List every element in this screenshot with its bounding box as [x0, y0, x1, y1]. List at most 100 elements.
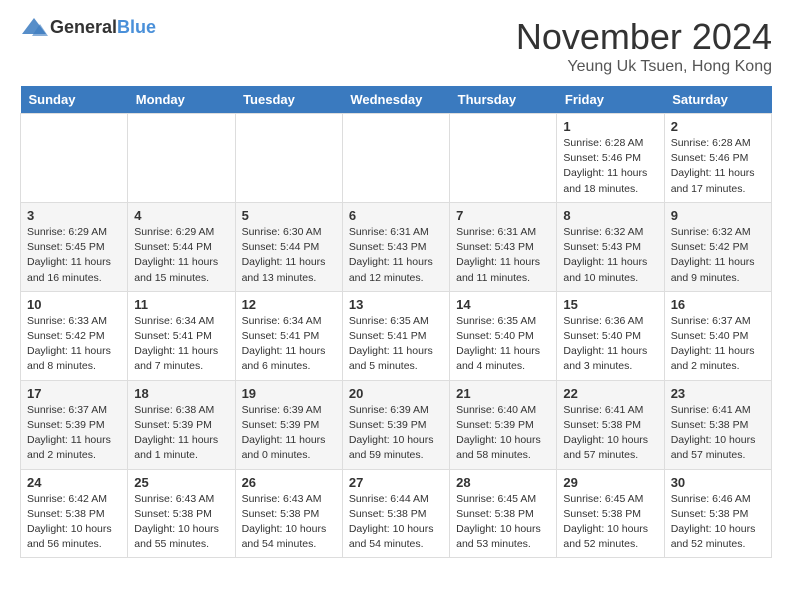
day-header-wednesday: Wednesday	[342, 86, 449, 114]
calendar-table: SundayMondayTuesdayWednesdayThursdayFrid…	[20, 86, 772, 558]
calendar-cell: 20Sunrise: 6:39 AM Sunset: 5:39 PM Dayli…	[342, 380, 449, 469]
calendar-cell: 3Sunrise: 6:29 AM Sunset: 5:45 PM Daylig…	[21, 202, 128, 291]
calendar-cell: 27Sunrise: 6:44 AM Sunset: 5:38 PM Dayli…	[342, 469, 449, 558]
day-number: 10	[27, 297, 121, 312]
day-info: Sunrise: 6:29 AM Sunset: 5:44 PM Dayligh…	[134, 225, 228, 286]
day-number: 19	[242, 386, 336, 401]
day-info: Sunrise: 6:46 AM Sunset: 5:38 PM Dayligh…	[671, 492, 765, 553]
day-info: Sunrise: 6:39 AM Sunset: 5:39 PM Dayligh…	[242, 403, 336, 464]
day-number: 26	[242, 475, 336, 490]
day-info: Sunrise: 6:35 AM Sunset: 5:40 PM Dayligh…	[456, 314, 550, 375]
day-number: 14	[456, 297, 550, 312]
week-row-3: 10 Sunrise: 6:33 AM Sunset: 5:42 PM Dayli…	[21, 291, 772, 380]
day-number: 4	[134, 208, 228, 223]
day-number: 16	[671, 297, 765, 312]
calendar-cell: 25Sunrise: 6:43 AM Sunset: 5:38 PM Dayli…	[128, 469, 235, 558]
day-info: Sunrise: 6:32 AM Sunset: 5:43 PM Dayligh…	[563, 225, 657, 286]
day-info: Sunrise: 6:41 AM Sunset: 5:38 PM Dayligh…	[671, 403, 765, 464]
day-number: 8	[563, 208, 657, 223]
day-info: Sunrise: 6:35 AM Sunset: 5:41 PM Dayligh…	[349, 314, 443, 375]
day-number: 29	[563, 475, 657, 490]
day-number: 5	[242, 208, 336, 223]
day-number: 1	[563, 119, 657, 134]
day-info: Sunrise: 6:45 AM Sunset: 5:38 PM Dayligh…	[563, 492, 657, 553]
day-info: Sunrise: 6:39 AM Sunset: 5:39 PM Dayligh…	[349, 403, 443, 464]
calendar-cell: 18 Sunrise: 6:38 AM Sunset: 5:39 PM Dayli…	[128, 380, 235, 469]
calendar-cell: 5 Sunrise: 6:30 AM Sunset: 5:44 PM Daylig…	[235, 202, 342, 291]
location: Yeung Uk Tsuen, Hong Kong	[516, 58, 772, 76]
day-info: Sunrise: 6:41 AM Sunset: 5:38 PM Dayligh…	[563, 403, 657, 464]
day-info: Sunrise: 6:31 AM Sunset: 5:43 PM Dayligh…	[349, 225, 443, 286]
calendar-cell: 14 Sunrise: 6:35 AM Sunset: 5:40 PM Dayli…	[450, 291, 557, 380]
logo-blue: Blue	[117, 17, 156, 38]
day-number: 7	[456, 208, 550, 223]
day-info: Sunrise: 6:32 AM Sunset: 5:42 PM Dayligh…	[671, 225, 765, 286]
day-info: Sunrise: 6:37 AM Sunset: 5:39 PM Dayligh…	[27, 403, 121, 464]
day-number: 13	[349, 297, 443, 312]
calendar-cell: 26 Sunrise: 6:43 AM Sunset: 5:38 PM Dayli…	[235, 469, 342, 558]
day-number: 22	[563, 386, 657, 401]
day-number: 23	[671, 386, 765, 401]
calendar-cell: 22 Sunrise: 6:41 AM Sunset: 5:38 PM Dayli…	[557, 380, 664, 469]
calendar-cell: 30 Sunrise: 6:46 AM Sunset: 5:38 PM Dayli…	[664, 469, 771, 558]
calendar-cell: 21Sunrise: 6:40 AM Sunset: 5:39 PM Dayli…	[450, 380, 557, 469]
calendar-cell	[128, 114, 235, 203]
calendar-cell: 2 Sunrise: 6:28 AM Sunset: 5:46 PM Daylig…	[664, 114, 771, 203]
day-number: 12	[242, 297, 336, 312]
day-header-saturday: Saturday	[664, 86, 771, 114]
week-row-5: 24Sunrise: 6:42 AM Sunset: 5:38 PM Dayli…	[21, 469, 772, 558]
week-row-1: 1 Sunrise: 6:28 AM Sunset: 5:46 PM Daylig…	[21, 114, 772, 203]
day-number: 17	[27, 386, 121, 401]
day-info: Sunrise: 6:30 AM Sunset: 5:44 PM Dayligh…	[242, 225, 336, 286]
day-number: 25	[134, 475, 228, 490]
month-title: November 2024	[516, 16, 772, 58]
day-info: Sunrise: 6:45 AM Sunset: 5:38 PM Dayligh…	[456, 492, 550, 553]
day-info: Sunrise: 6:34 AM Sunset: 5:41 PM Dayligh…	[134, 314, 228, 375]
calendar-cell: 17 Sunrise: 6:37 AM Sunset: 5:39 PM Dayli…	[21, 380, 128, 469]
calendar-cell: 29 Sunrise: 6:45 AM Sunset: 5:38 PM Dayli…	[557, 469, 664, 558]
calendar-cell: 16 Sunrise: 6:37 AM Sunset: 5:40 PM Dayli…	[664, 291, 771, 380]
day-info: Sunrise: 6:43 AM Sunset: 5:38 PM Dayligh…	[242, 492, 336, 553]
title-block: November 2024 Yeung Uk Tsuen, Hong Kong	[516, 16, 772, 76]
day-info: Sunrise: 6:37 AM Sunset: 5:40 PM Dayligh…	[671, 314, 765, 375]
logo-general: General	[50, 17, 117, 38]
day-header-sunday: Sunday	[21, 86, 128, 114]
day-info: Sunrise: 6:28 AM Sunset: 5:46 PM Dayligh…	[563, 136, 657, 197]
day-info: Sunrise: 6:38 AM Sunset: 5:39 PM Dayligh…	[134, 403, 228, 464]
logo-icon	[20, 16, 48, 38]
day-info: Sunrise: 6:29 AM Sunset: 5:45 PM Dayligh…	[27, 225, 121, 286]
day-info: Sunrise: 6:36 AM Sunset: 5:40 PM Dayligh…	[563, 314, 657, 375]
calendar-cell	[342, 114, 449, 203]
header: GeneralBlue November 2024 Yeung Uk Tsuen…	[20, 16, 772, 76]
calendar-cell: 6Sunrise: 6:31 AM Sunset: 5:43 PM Daylig…	[342, 202, 449, 291]
day-number: 15	[563, 297, 657, 312]
calendar-cell: 7Sunrise: 6:31 AM Sunset: 5:43 PM Daylig…	[450, 202, 557, 291]
day-header-thursday: Thursday	[450, 86, 557, 114]
week-row-4: 17 Sunrise: 6:37 AM Sunset: 5:39 PM Dayli…	[21, 380, 772, 469]
logo: GeneralBlue	[20, 16, 156, 38]
day-header-friday: Friday	[557, 86, 664, 114]
calendar-cell: 11Sunrise: 6:34 AM Sunset: 5:41 PM Dayli…	[128, 291, 235, 380]
day-header-monday: Monday	[128, 86, 235, 114]
calendar-cell: 13 Sunrise: 6:35 AM Sunset: 5:41 PM Dayli…	[342, 291, 449, 380]
day-number: 28	[456, 475, 550, 490]
calendar-cell: 19 Sunrise: 6:39 AM Sunset: 5:39 PM Dayli…	[235, 380, 342, 469]
day-info: Sunrise: 6:33 AM Sunset: 5:42 PM Dayligh…	[27, 314, 121, 375]
calendar-cell: 12Sunrise: 6:34 AM Sunset: 5:41 PM Dayli…	[235, 291, 342, 380]
calendar-cell: 28 Sunrise: 6:45 AM Sunset: 5:38 PM Dayli…	[450, 469, 557, 558]
week-row-2: 3Sunrise: 6:29 AM Sunset: 5:45 PM Daylig…	[21, 202, 772, 291]
calendar-cell	[21, 114, 128, 203]
calendar-cell: 24Sunrise: 6:42 AM Sunset: 5:38 PM Dayli…	[21, 469, 128, 558]
day-info: Sunrise: 6:42 AM Sunset: 5:38 PM Dayligh…	[27, 492, 121, 553]
day-number: 18	[134, 386, 228, 401]
calendar-cell: 15 Sunrise: 6:36 AM Sunset: 5:40 PM Dayli…	[557, 291, 664, 380]
calendar-cell: 23 Sunrise: 6:41 AM Sunset: 5:38 PM Dayli…	[664, 380, 771, 469]
days-header-row: SundayMondayTuesdayWednesdayThursdayFrid…	[21, 86, 772, 114]
day-header-tuesday: Tuesday	[235, 86, 342, 114]
calendar-cell: 8 Sunrise: 6:32 AM Sunset: 5:43 PM Daylig…	[557, 202, 664, 291]
day-number: 2	[671, 119, 765, 134]
day-info: Sunrise: 6:28 AM Sunset: 5:46 PM Dayligh…	[671, 136, 765, 197]
day-number: 9	[671, 208, 765, 223]
calendar-cell: 1 Sunrise: 6:28 AM Sunset: 5:46 PM Daylig…	[557, 114, 664, 203]
day-number: 30	[671, 475, 765, 490]
